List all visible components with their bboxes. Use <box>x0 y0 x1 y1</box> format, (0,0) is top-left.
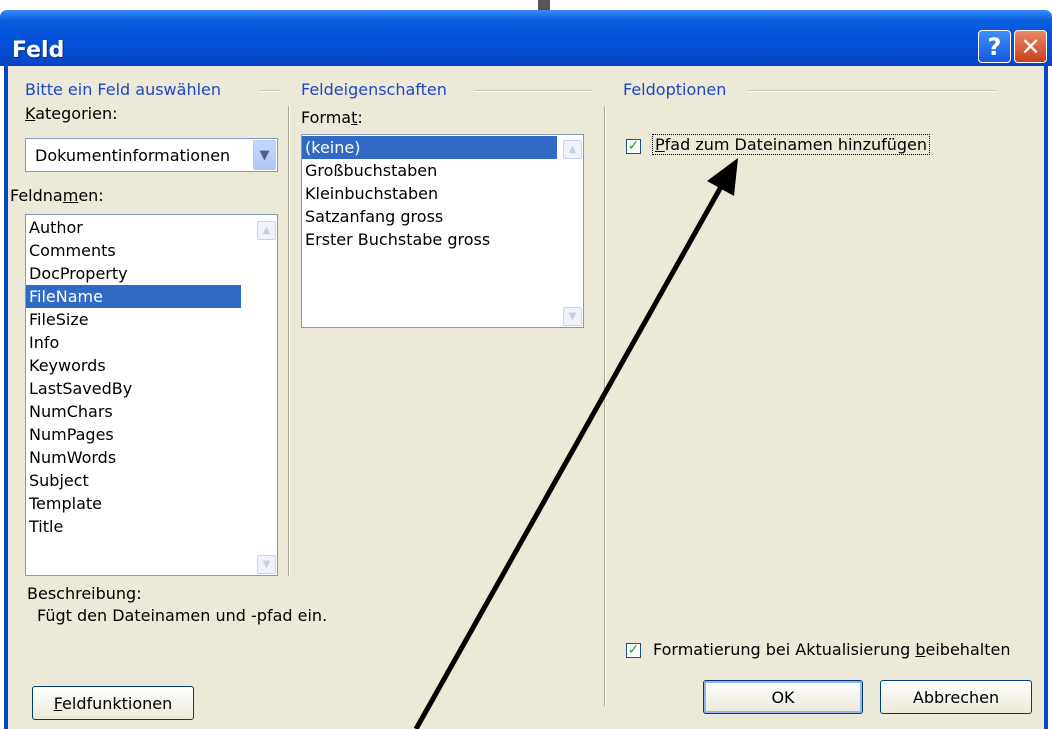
add-path-label[interactable]: Pfad zum Dateinamen hinzufügen <box>651 134 931 155</box>
fieldname-item[interactable]: NumChars <box>26 400 241 423</box>
select-field-group-title: Bitte ein Feld auswählen <box>25 80 222 99</box>
group-separator <box>748 90 996 92</box>
format-item[interactable]: (keine) <box>302 136 557 159</box>
format-list[interactable]: (keine) Großbuchstaben Kleinbuchstaben Satz… <box>301 134 584 328</box>
format-item[interactable]: Erster Buchstabe gross <box>302 228 557 251</box>
chevron-down-icon: ▼ <box>259 147 270 163</box>
format-item[interactable]: Großbuchstaben <box>302 159 557 182</box>
dropdown-button[interactable]: ▼ <box>253 140 276 170</box>
chevron-down-icon: ▼ <box>568 311 577 322</box>
format-item[interactable]: Kleinbuchstaben <box>302 182 557 205</box>
description-text: Fügt den Dateinamen und -pfad ein. <box>37 606 328 625</box>
field-codes-button[interactable]: Feldfunktionen <box>32 686 194 720</box>
scroll-down-button[interactable]: ▼ <box>257 555 276 574</box>
scroll-up-button[interactable]: ▲ <box>257 221 276 240</box>
format-scrollbar[interactable]: ▲ ▼ <box>563 136 582 326</box>
field-properties-group-title: Feldeigenschaften <box>301 80 447 99</box>
scroll-down-button[interactable]: ▼ <box>563 307 582 326</box>
column-separator <box>604 106 606 706</box>
help-icon: ? <box>987 32 1002 61</box>
fieldname-item[interactable]: NumWords <box>26 446 241 469</box>
window-title: Feld <box>12 38 65 63</box>
fieldname-item[interactable]: Keywords <box>26 354 241 377</box>
fieldname-item[interactable]: Template <box>26 492 241 515</box>
fieldname-item[interactable]: Title <box>26 515 241 538</box>
top-marker <box>538 0 550 10</box>
fieldnames-list[interactable]: Author Comments DocProperty FileName FileSiz… <box>25 214 278 576</box>
scroll-up-button[interactable]: ▲ <box>563 140 582 159</box>
fieldname-item[interactable]: NumPages <box>26 423 241 446</box>
checkmark-icon: ✓ <box>627 642 640 658</box>
field-codes-button-label: Feldfunktionen <box>53 693 173 713</box>
close-button[interactable]: ✕ <box>1014 30 1047 63</box>
add-path-checkbox[interactable]: ✓ <box>626 139 641 154</box>
fieldname-item[interactable]: Author <box>26 216 241 239</box>
ok-button-label: OK <box>771 687 795 707</box>
fieldnames-scrollbar[interactable]: ▲ ▼ <box>257 216 276 574</box>
chevron-up-icon: ▲ <box>568 144 577 155</box>
fieldnames-label: Feldnamen: <box>10 186 104 205</box>
chevron-up-icon: ▲ <box>262 225 271 236</box>
close-icon: ✕ <box>1020 32 1041 61</box>
ok-button[interactable]: OK <box>703 680 863 714</box>
help-button[interactable]: ? <box>978 30 1011 63</box>
cancel-button[interactable]: Abbrechen <box>880 680 1032 714</box>
fieldname-item[interactable]: FileSize <box>26 308 241 331</box>
column-separator <box>288 106 290 576</box>
categories-selected-value: Dokumentinformationen <box>35 146 231 165</box>
fieldname-item[interactable]: Subject <box>26 469 241 492</box>
description-label: Beschreibung: <box>27 584 142 603</box>
dialog-body: Bitte ein Feld auswählen Kategorien: Dok… <box>4 66 1048 729</box>
checkmark-icon: ✓ <box>627 138 640 154</box>
cancel-button-label: Abbrechen <box>912 687 1000 707</box>
format-item[interactable]: Satzanfang gross <box>302 205 557 228</box>
fieldname-item[interactable]: LastSavedBy <box>26 377 241 400</box>
fieldname-item[interactable]: Comments <box>26 239 241 262</box>
field-dialog: Feld ? ✕ Bitte ein Feld auswählen Katego… <box>0 0 1052 729</box>
title-bar[interactable]: Feld ? ✕ <box>0 10 1052 66</box>
preserve-formatting-label[interactable]: Formatierung bei Aktualisierung beibehal… <box>653 640 1010 659</box>
preserve-formatting-checkbox[interactable]: ✓ <box>626 643 641 658</box>
chevron-down-icon: ▼ <box>262 559 271 570</box>
fieldname-item[interactable]: Info <box>26 331 241 354</box>
group-separator <box>260 90 280 92</box>
fieldname-item[interactable]: FileName <box>26 285 241 308</box>
format-label: Format: <box>301 108 363 127</box>
categories-label: Kategorien: <box>25 104 118 123</box>
categories-dropdown[interactable]: Dokumentinformationen ▼ <box>25 138 278 172</box>
field-options-group-title: Feldoptionen <box>623 80 727 99</box>
group-separator <box>474 90 592 92</box>
fieldname-item[interactable]: DocProperty <box>26 262 241 285</box>
